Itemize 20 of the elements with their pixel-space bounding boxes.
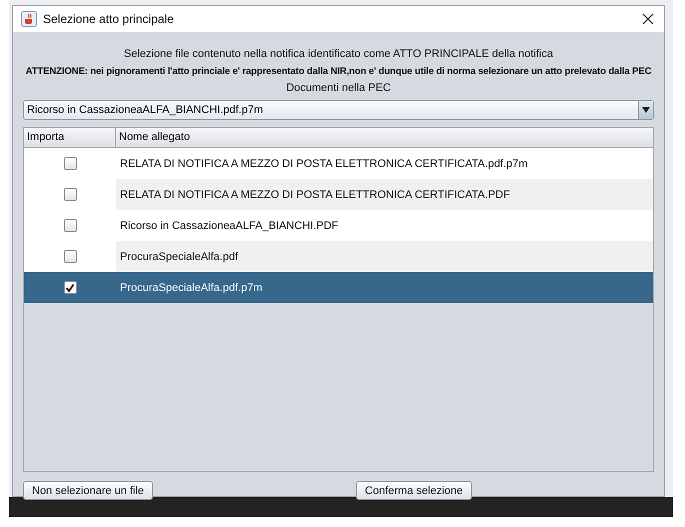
checkbox[interactable] — [64, 157, 76, 170]
coffee-cup-icon — [21, 11, 37, 27]
column-header[interactable]: Importa — [24, 128, 116, 147]
checkbox[interactable] — [64, 188, 76, 201]
close-icon[interactable] — [642, 13, 654, 25]
column-header[interactable]: Nome allegato — [116, 128, 653, 147]
checkbox[interactable] — [64, 281, 76, 294]
table-row[interactable]: RELATA DI NOTIFICA A MEZZO DI POSTA ELETTRONICA CERTIFICATA.pdf.p7m — [24, 148, 653, 179]
checkbox[interactable] — [64, 250, 76, 263]
window-title: Selezione atto principale — [43, 12, 175, 26]
table-cell-text: RELATA DI NOTIFICA A MEZZO DI POSTA ELETTRONICA CERTIFICATA.pdf.p7m — [119, 156, 529, 172]
no-file-button[interactable]: Non selezionare un file — [23, 481, 153, 500]
intro-text: Selezione file contenuto nella notifica identificato come ATTO PRINCIPALE della notifica — [122, 47, 554, 62]
table-cell-text: Ricorso in CassazioneaALFA_BIANCHI.PDF — [119, 218, 340, 234]
confirm-button[interactable]: Conferma selezione — [356, 481, 472, 500]
document-dropdown[interactable]: Ricorso in CassazioneaALFA_BIANCHI.pdf.p7m — [23, 100, 654, 120]
warning-text: ATTENZIONE: nei pignoramenti l'atto princiale e' rappresentato dalla NIR,non e' dunque utile di norma selezionare un atto prelevato dalla PEC — [26, 65, 652, 79]
documents-label: Documenti nella PEC — [285, 81, 392, 96]
table-row[interactable]: Ricorso in CassazioneaALFA_BIANCHI.PDF — [24, 210, 653, 241]
checkbox[interactable] — [64, 219, 76, 232]
